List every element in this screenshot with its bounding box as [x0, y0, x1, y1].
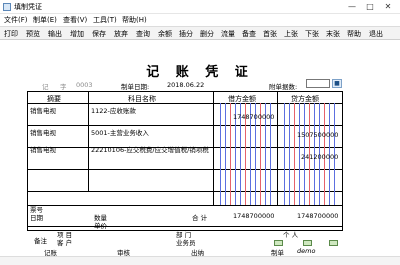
memo-icon[interactable] — [329, 240, 338, 246]
menu-help[interactable]: 帮助(H) — [122, 15, 147, 25]
row-1-debit[interactable]: 1748700000 — [233, 113, 274, 121]
row-2-credit[interactable]: 1507500000 — [297, 131, 338, 139]
vl-1 — [220, 103, 221, 205]
memo-icon[interactable] — [303, 240, 312, 246]
close-icon[interactable]: ✕ — [382, 1, 394, 12]
discard-button[interactable]: 放弃 — [114, 29, 128, 39]
salesperson-label: 业务员 — [176, 239, 196, 247]
row-rule — [28, 191, 342, 192]
vl-14 — [294, 103, 295, 205]
add-button[interactable]: 增加 — [70, 29, 84, 39]
minimize-icon[interactable]: — — [346, 1, 358, 12]
total-credit: 1748700000 — [297, 212, 339, 220]
cash-flow-button[interactable]: 流量 — [221, 29, 235, 39]
memo-button[interactable]: 备查 — [242, 29, 256, 39]
balance-button[interactable]: 余额 — [158, 29, 172, 39]
attachments-input[interactable] — [306, 79, 330, 88]
vl-15 — [299, 103, 300, 205]
column-rule — [213, 92, 214, 205]
next-button[interactable]: 下张 — [305, 29, 319, 39]
toolbar: 打印 预览 输出 增加 保存 放弃 查询 余额 插分 删分 流量 备查 首张 上… — [0, 26, 400, 40]
total-debit: 1748700000 — [233, 212, 275, 220]
row-rule — [28, 125, 342, 126]
preview-button[interactable]: 预览 — [26, 29, 40, 39]
column-rule — [88, 92, 89, 191]
memo-rule — [27, 226, 343, 227]
delete-line-button[interactable]: 删分 — [200, 29, 214, 39]
row-2-account[interactable]: 5001-主营业务收入 — [91, 127, 149, 137]
vl-2 — [225, 103, 226, 205]
first-button[interactable]: 首张 — [263, 29, 277, 39]
last-button[interactable]: 末张 — [326, 29, 340, 39]
save-button[interactable]: 保存 — [92, 29, 106, 39]
print-button[interactable]: 打印 — [4, 29, 18, 39]
voucher-number[interactable]: 0003 — [76, 81, 93, 89]
insert-line-button[interactable]: 插分 — [179, 29, 193, 39]
status-bar — [0, 256, 400, 265]
row-3-account[interactable]: 22210106-应交税费/应交增值税/销项税 — [91, 144, 209, 154]
header-rule — [28, 103, 342, 104]
unit-price-label: 单价 — [94, 222, 107, 230]
date-label: 制单日期: — [121, 83, 150, 91]
row-2-summary[interactable]: 销售电视 — [30, 127, 56, 137]
maximize-icon[interactable]: □ — [364, 1, 376, 12]
attachments-lookup-icon[interactable]: ■ — [332, 79, 342, 88]
voucher-number-label: 字 — [60, 83, 67, 91]
memo-icon[interactable] — [274, 240, 283, 246]
attachments-label: 附单据数: — [269, 83, 298, 91]
total-label: 合 计 — [192, 214, 208, 222]
previous-button[interactable]: 上张 — [284, 29, 298, 39]
app-icon — [3, 3, 11, 11]
voucher-date[interactable]: 2018.06.22 — [167, 81, 204, 89]
vl-12 — [284, 103, 285, 205]
menu-file[interactable]: 文件(F) — [4, 15, 28, 25]
row-1-summary[interactable]: 销售电视 — [30, 105, 56, 115]
total-rule — [28, 205, 342, 206]
row-rule — [28, 169, 342, 170]
query-button[interactable]: 查询 — [136, 29, 150, 39]
export-button[interactable]: 输出 — [48, 29, 62, 39]
row-3-credit[interactable]: 241200000 — [301, 153, 338, 161]
maker-name: demo — [297, 247, 316, 255]
row-1-account[interactable]: 1122-应收账款 — [91, 105, 136, 115]
menu-bar: 文件(F) 制单(E) 查看(V) 工具(T) 帮助(H) — [0, 14, 400, 26]
exit-button[interactable]: 退出 — [369, 29, 383, 39]
column-rule — [277, 92, 278, 205]
voucher-table: 摘要 科目名称 借方金额 贷方金额 销售电视 1122-应收账款 1748700… — [27, 91, 343, 231]
menu-tools[interactable]: 工具(T) — [93, 15, 117, 25]
help-button[interactable]: 帮助 — [347, 29, 361, 39]
menu-edit[interactable]: 制单(E) — [33, 15, 57, 25]
vl-3 — [230, 103, 231, 205]
individual-label: 个 人 — [283, 231, 299, 239]
row-3-summary[interactable]: 销售电视 — [30, 144, 56, 154]
title-bar: 填制凭证 — □ ✕ — [0, 0, 400, 14]
customer-label: 客 户 — [57, 239, 73, 247]
voucher-type[interactable]: 记 — [42, 81, 49, 91]
memo-label: 备注 — [34, 237, 47, 245]
vl-13 — [289, 103, 290, 205]
voucher-title: 记 账 凭 证 — [146, 65, 254, 80]
window-title: 填制凭证 — [14, 3, 42, 11]
menu-view[interactable]: 查看(V) — [63, 15, 87, 25]
ticket-date-label: 日期 — [30, 214, 43, 222]
